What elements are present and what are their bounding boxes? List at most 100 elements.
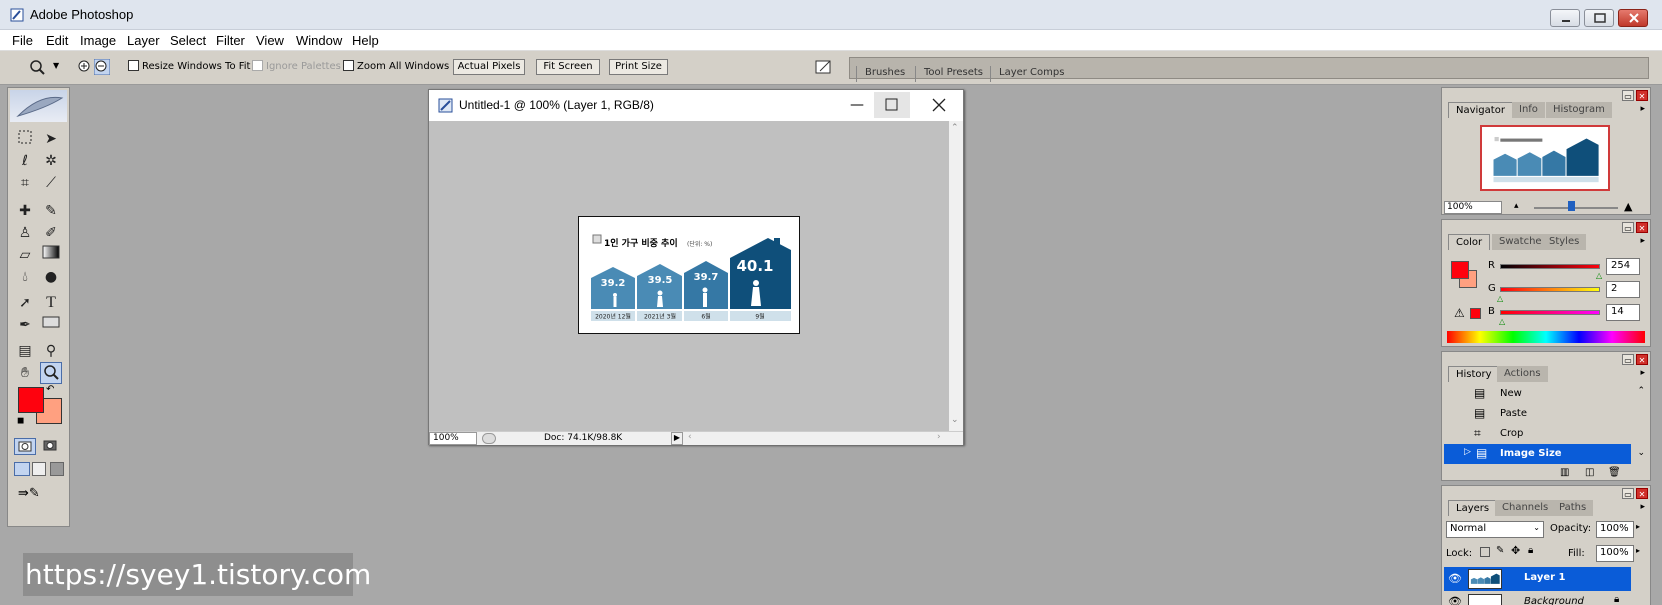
menu-select[interactable]: Select [170, 33, 206, 48]
close-button[interactable] [1618, 9, 1648, 27]
panel-menu-icon[interactable]: ▸ [1640, 236, 1645, 246]
type-tool-icon[interactable]: T [40, 292, 62, 314]
pen-tool-icon[interactable]: ✒ [14, 314, 36, 336]
path-selection-tool-icon[interactable]: ➚ [14, 292, 36, 314]
scroll-down-icon[interactable]: ⌄ [951, 415, 959, 425]
doc-maximize-button[interactable] [874, 92, 910, 118]
layer-row-selected[interactable]: 👁︎ Layer 1 [1444, 567, 1631, 591]
new-snapshot-icon[interactable]: ◫ [1585, 467, 1594, 478]
panel-close-icon[interactable]: ✕ [1636, 488, 1648, 499]
tab-navigator[interactable]: Navigator [1448, 102, 1513, 118]
zoom-in-small-icon[interactable]: ▲ [1624, 200, 1632, 213]
crop-tool-icon[interactable]: ⌗ [14, 172, 36, 194]
notes-tool-icon[interactable]: ▤ [14, 340, 36, 362]
status-menu-arrow-icon[interactable]: ▶ [671, 432, 683, 445]
new-document-from-state-icon[interactable]: ▥ [1560, 467, 1569, 478]
tab-history[interactable]: History [1448, 366, 1500, 382]
history-scroll-down-icon[interactable]: ⌄ [1637, 448, 1645, 458]
panel-close-icon[interactable]: ✕ [1636, 90, 1648, 101]
zoom-out-small-icon[interactable]: ▴ [1514, 201, 1519, 211]
tab-paths[interactable]: Paths [1552, 500, 1594, 516]
scroll-up-icon[interactable]: ⌃ [951, 123, 959, 133]
doc-close-button[interactable] [921, 92, 957, 118]
feather-logo-icon[interactable] [10, 90, 67, 122]
panel-minimize-icon[interactable]: ▭ [1622, 354, 1634, 365]
green-value-field[interactable]: 2 [1606, 281, 1640, 298]
status-info-icon[interactable] [482, 433, 496, 444]
color-spectrum-ramp[interactable] [1447, 331, 1645, 343]
tab-color[interactable]: Color [1448, 234, 1491, 250]
panel-close-icon[interactable]: ✕ [1636, 222, 1648, 233]
clone-stamp-tool-icon[interactable]: ♙ [14, 222, 36, 244]
color-foreground-swatch[interactable] [1451, 261, 1469, 279]
menu-file[interactable]: File [12, 33, 33, 48]
ignore-palettes-checkbox[interactable]: Ignore Palettes [252, 60, 341, 72]
tab-layers[interactable]: Layers [1448, 500, 1498, 516]
opacity-field[interactable]: 100% [1596, 521, 1634, 538]
artwork-canvas[interactable]: 1인 가구 비중 추이 (단위: %) 39.2 2020년 12월 39.5 … [578, 216, 800, 334]
menu-window[interactable]: Window [296, 33, 342, 48]
fill-arrow-icon[interactable]: ▸ [1636, 546, 1640, 555]
actual-pixels-button[interactable]: Actual Pixels [453, 59, 525, 75]
print-size-button[interactable]: Print Size [609, 59, 668, 75]
brush-tool-icon[interactable]: ✎ [40, 200, 62, 222]
full-screen-menu-mode-icon[interactable] [32, 462, 46, 476]
doc-minimize-button[interactable]: — [844, 92, 870, 118]
panel-minimize-icon[interactable]: ▭ [1622, 90, 1634, 101]
gradient-tool-icon[interactable] [40, 244, 62, 266]
rectangle-tool-icon[interactable] [40, 314, 62, 336]
red-slider-thumb-icon[interactable]: △ [1596, 271, 1602, 280]
blend-mode-select[interactable]: Normal ⌄ [1446, 521, 1544, 538]
panel-minimize-icon[interactable]: ▭ [1622, 222, 1634, 233]
resize-windows-checkbox[interactable]: Resize Windows To Fit [128, 60, 250, 72]
zoom-level-field[interactable]: 100% [429, 432, 477, 445]
menu-edit[interactable]: Edit [46, 33, 68, 48]
visibility-eye-icon[interactable]: 👁︎ [1448, 572, 1462, 585]
red-slider[interactable] [1500, 264, 1600, 269]
navigator-zoom-slider[interactable] [1534, 207, 1618, 209]
dodge-tool-icon[interactable]: ● [40, 266, 62, 288]
lock-image-icon[interactable]: ✎ [1496, 545, 1504, 556]
navigator-zoom-thumb[interactable] [1568, 201, 1575, 211]
visibility-eye-icon[interactable]: 👁︎ [1448, 595, 1462, 605]
eyedropper-tool-icon[interactable]: ⚲ [40, 340, 62, 362]
history-item[interactable]: ⌗ Crop [1444, 424, 1631, 444]
magic-wand-tool-icon[interactable]: ✲ [40, 150, 62, 172]
swap-colors-icon[interactable]: ↶ [46, 384, 54, 395]
palette-well-layer-comps[interactable]: Layer Comps [990, 66, 1072, 82]
vertical-scrollbar[interactable]: ⌃ ⌄ [949, 121, 963, 431]
tab-info[interactable]: Info [1512, 102, 1545, 118]
tab-actions[interactable]: Actions [1497, 366, 1548, 382]
menu-image[interactable]: Image [80, 33, 116, 48]
blue-slider-thumb-icon[interactable]: △ [1499, 317, 1505, 326]
palette-well-brushes[interactable]: Brushes [856, 66, 913, 82]
history-item[interactable]: ▤ Paste [1444, 404, 1631, 424]
history-scroll-up-icon[interactable]: ⌃ [1637, 386, 1645, 396]
lock-position-icon[interactable]: ✥ [1511, 544, 1520, 557]
palette-well-tool-presets[interactable]: Tool Presets [915, 66, 991, 82]
lock-all-icon[interactable]: 🔒︎ [1528, 545, 1533, 556]
blue-value-field[interactable]: 14 [1606, 304, 1640, 321]
tab-histogram[interactable]: Histogram [1546, 102, 1612, 118]
history-item-selected[interactable]: ▷ ▤ Image Size [1444, 444, 1631, 464]
gamut-color-swatch[interactable] [1470, 308, 1481, 319]
zoom-tool-icon[interactable] [40, 362, 62, 384]
full-screen-mode-icon[interactable] [50, 462, 64, 476]
tab-styles[interactable]: Styles [1542, 234, 1587, 250]
hand-tool-icon[interactable]: ✋︎ [14, 362, 36, 384]
scroll-left-icon[interactable]: ‹ [688, 432, 692, 442]
tab-channels[interactable]: Channels [1495, 500, 1556, 516]
minimize-button[interactable] [1550, 9, 1580, 27]
quick-mask-mode-icon[interactable] [40, 438, 62, 455]
red-value-field[interactable]: 254 [1606, 258, 1640, 275]
standard-screen-mode-icon[interactable] [14, 462, 30, 476]
gamut-warning-icon[interactable]: ⚠ [1454, 306, 1465, 320]
panel-menu-icon[interactable]: ▸ [1640, 502, 1645, 512]
restore-button[interactable] [1584, 9, 1614, 27]
panel-menu-icon[interactable]: ▸ [1640, 104, 1645, 114]
scroll-right-icon[interactable]: › [937, 432, 941, 442]
zoom-tool-preset-icon[interactable] [28, 59, 48, 77]
canvas-area[interactable]: 1인 가구 비중 추이 (단위: %) 39.2 2020년 12월 39.5 … [429, 121, 949, 431]
panel-minimize-icon[interactable]: ▭ [1622, 488, 1634, 499]
blur-tool-icon[interactable]: 💧︎ [14, 266, 36, 288]
